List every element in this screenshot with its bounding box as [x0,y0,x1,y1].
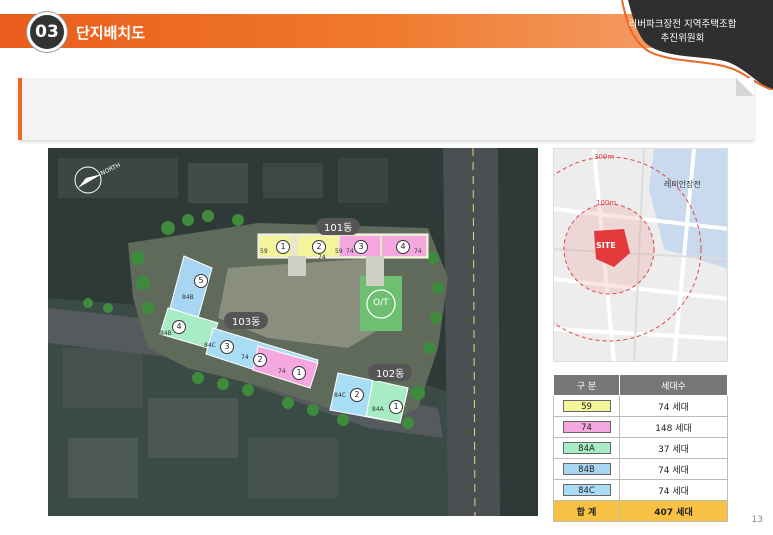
unit-type-label: 84C [204,342,216,349]
table-row: 59 74 세대 [553,395,728,417]
unit-type-label: 74 [414,248,422,255]
page-number: 13 [751,515,763,525]
unit-type-label: 74 [241,354,249,361]
location-map-drawing [554,149,727,361]
unit-type-label: 59 [335,248,343,255]
unit-number: 1 [292,366,306,380]
unit-count: 37 세대 [619,437,728,459]
unit-number: 4 [396,240,410,254]
header-type: 구 분 [553,374,620,396]
site-label: SITE [596,241,616,250]
unit-type-swatch: 84B [562,463,611,475]
table-row: 84B 74 세대 [553,458,728,480]
unit-type-swatch: 74 [562,421,611,433]
table-total-row: 합 계 407 세대 [553,500,728,522]
unit-type-label: 84B [182,294,194,301]
unit-type-swatch: 84C [562,484,611,496]
header-count: 세대수 [619,374,728,396]
table-header-row: 구 분 세대수 [553,374,728,396]
table-row: 84C 74 세대 [553,479,728,501]
site-plan-drawing [48,148,538,516]
unit-type-label: 84C [334,392,346,399]
unit-number: 2 [253,353,267,367]
total-count: 407 세대 [619,500,728,522]
organization-line-2: 추진위원회 [660,33,705,44]
unit-number: 5 [194,274,208,288]
location-map: 300m 100m SITE 레미안장전 [553,148,728,362]
unit-count: 148 세대 [619,416,728,438]
unit-count: 74 세대 [619,458,728,480]
unit-count: 74 세대 [619,479,728,501]
building-label-103: 103동 [224,312,269,329]
organization-line-1: 리버파크장전 지역주택조합 [628,19,737,30]
site-plan-image: NORTH 101동 103동 102동 O/T 1 2 3 4 59 74 5… [48,148,538,516]
unit-type-label: 84B [160,330,172,337]
radius-inner-label: 100m [596,199,617,207]
unit-number: 4 [172,320,186,334]
unit-number: 2 [350,388,364,402]
section-title: 단지배치도 [76,24,146,42]
unit-type-label: 74 [346,248,354,255]
unit-type-label: 74 [278,368,286,375]
unit-count: 74 세대 [619,395,728,417]
unit-type-swatch: 59 [562,400,611,412]
text-banner [18,78,754,140]
unit-number: 3 [354,240,368,254]
unit-type-swatch: 84A [562,442,611,454]
unit-number: 1 [389,400,403,414]
banner-fold-corner [736,78,754,96]
unit-number: 1 [276,240,290,254]
total-label: 합 계 [553,500,620,522]
section-number-badge: 03 [27,12,67,52]
organization-name: 리버파크장전 지역주택조합 추진위원회 [620,18,745,46]
unit-count-table: 구 분 세대수 59 74 세대 74 148 세대 84A 37 세대 84B… [553,374,728,522]
building-label-102: 102동 [368,364,413,381]
unit-number: 2 [312,240,326,254]
unit-number: 3 [220,340,234,354]
table-row: 74 148 세대 [553,416,728,438]
unit-type-label: 74 [318,254,326,261]
table-row: 84A 37 세대 [553,437,728,459]
ot-label: O/T [373,298,389,308]
unit-type-label: 84A [372,406,384,413]
building-label-101: 101동 [316,218,361,235]
radius-outer-label: 300m [594,153,615,161]
area-label: 레미안장전 [664,180,701,189]
unit-type-label: 59 [260,248,268,255]
